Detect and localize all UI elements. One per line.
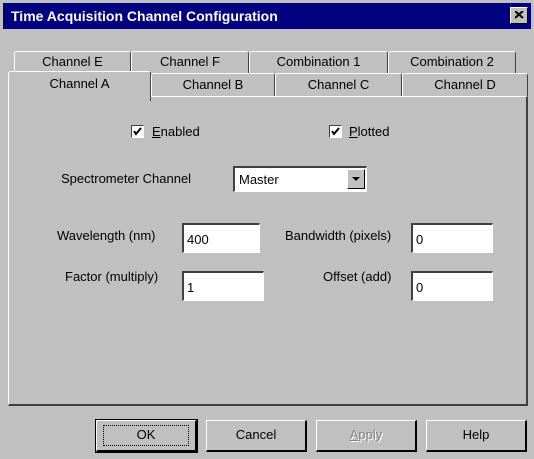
tab-label: Channel A — [49, 76, 110, 91]
dialog-window: Time Acquisition Channel Configuration C… — [0, 0, 534, 459]
tab-combination-2[interactable]: Combination 2 — [388, 51, 516, 73]
title-bar[interactable]: Time Acquisition Channel Configuration — [3, 3, 531, 29]
tab-panel: Enabled Plotted Spectrometer Channel Mas… — [8, 96, 528, 406]
apply-button[interactable]: Apply — [316, 420, 417, 452]
offset-field[interactable]: 0 — [411, 271, 493, 301]
enabled-label[interactable]: Enabled — [152, 124, 200, 139]
chevron-down-icon — [352, 177, 360, 181]
window-title: Time Acquisition Channel Configuration — [11, 8, 278, 24]
tab-label: Channel C — [307, 77, 370, 92]
ok-button[interactable]: OK — [95, 419, 198, 453]
help-label: Help — [462, 427, 490, 442]
bandwidth-field[interactable]: 0 — [411, 223, 493, 253]
checkmark-icon — [331, 127, 340, 136]
plotted-checkbox[interactable] — [329, 125, 342, 138]
tab-channel-b[interactable]: Channel B — [151, 73, 275, 97]
dropdown-button[interactable] — [347, 169, 365, 189]
bandwidth-label: Bandwidth (pixels) — [285, 228, 392, 243]
spectrometer-channel-select[interactable]: Master — [233, 166, 367, 192]
tab-label: Combination 1 — [276, 54, 361, 69]
tab-channel-e[interactable]: Channel E — [14, 51, 131, 73]
cancel-button[interactable]: Cancel — [206, 420, 307, 452]
help-button[interactable]: Help — [426, 420, 527, 452]
tab-label: Combination 2 — [410, 54, 494, 69]
tab-channel-c[interactable]: Channel C — [275, 73, 402, 97]
enabled-checkbox[interactable] — [131, 125, 144, 138]
tab-label: Channel E — [42, 54, 103, 69]
tab-channel-a[interactable]: Channel A — [8, 71, 151, 101]
wavelength-field[interactable]: 400 — [182, 223, 260, 253]
checkmark-icon — [133, 127, 142, 136]
tab-combination-1[interactable]: Combination 1 — [249, 51, 388, 73]
spectrometer-channel-label: Spectrometer Channel — [61, 171, 192, 186]
apply-label: Apply — [349, 427, 383, 442]
factor-field[interactable]: 1 — [182, 271, 264, 301]
cancel-label: Cancel — [235, 427, 277, 442]
tab-label: Channel B — [182, 77, 244, 92]
tab-channel-f[interactable]: Channel F — [131, 51, 249, 73]
wavelength-label: Wavelength (nm) — [57, 228, 156, 243]
plotted-label[interactable]: Plotted — [349, 124, 389, 139]
offset-label: Offset (add) — [323, 269, 392, 284]
close-button[interactable] — [510, 7, 528, 24]
tab-channel-d[interactable]: Channel D — [402, 73, 528, 97]
close-icon — [515, 11, 524, 19]
factor-label: Factor (multiply) — [65, 269, 159, 284]
tab-label: Channel F — [160, 54, 220, 69]
spectrometer-channel-value: Master — [239, 172, 279, 187]
focus-rect — [103, 425, 189, 446]
tab-label: Channel D — [434, 77, 496, 92]
